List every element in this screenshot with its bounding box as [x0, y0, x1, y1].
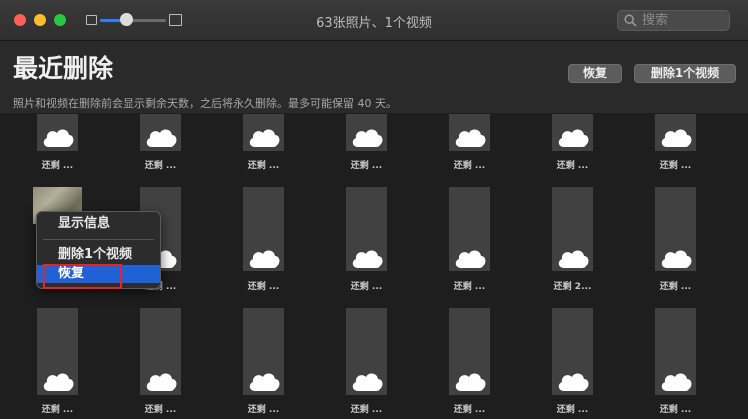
icloud-icon — [144, 126, 178, 152]
days-remaining-label: 还剩 ... — [41, 405, 74, 415]
zoom-in-icon[interactable] — [169, 14, 182, 26]
menu-item-delete-video[interactable]: 删除1个视频 — [37, 246, 160, 264]
recover-button[interactable]: 恢复 — [568, 64, 622, 83]
days-remaining-label: 还剩 ... — [659, 161, 692, 171]
icloud-icon — [659, 370, 693, 396]
icloud-icon — [144, 370, 178, 396]
icloud-icon — [350, 126, 384, 152]
icloud-icon — [247, 247, 281, 273]
days-remaining-label: 还剩 ... — [144, 161, 177, 171]
days-remaining-label: 还剩 ... — [556, 405, 589, 415]
menu-item-show-info[interactable]: 显示信息 — [37, 215, 160, 233]
days-remaining-label: 还剩 ... — [350, 405, 383, 415]
icloud-icon — [453, 247, 487, 273]
search-icon — [624, 14, 637, 27]
icloud-icon — [41, 126, 75, 152]
close-window-button[interactable] — [14, 14, 26, 26]
days-remaining-label: 还剩 ... — [659, 282, 692, 292]
zoom-out-icon[interactable] — [86, 15, 97, 25]
days-remaining-label: 还剩 ... — [247, 161, 280, 171]
icloud-icon — [659, 247, 693, 273]
icloud-icon — [556, 370, 590, 396]
search-field[interactable] — [617, 10, 730, 31]
days-remaining-label: 还剩 ... — [350, 282, 383, 292]
days-remaining-label: 还剩 ... — [453, 161, 486, 171]
days-remaining-label: 还剩 ... — [350, 161, 383, 171]
icloud-icon — [350, 370, 384, 396]
days-remaining-label: 还剩 ... — [247, 405, 280, 415]
icloud-icon — [41, 370, 75, 396]
minimize-window-button[interactable] — [34, 14, 46, 26]
days-remaining-label: 还剩 ... — [556, 161, 589, 171]
icloud-icon — [659, 126, 693, 152]
icloud-icon — [556, 247, 590, 273]
icloud-icon — [453, 126, 487, 152]
days-remaining-label: 还剩 2... — [553, 282, 592, 292]
window-titlebar: 63张照片、1个视频 — [0, 0, 748, 41]
icloud-icon — [247, 370, 281, 396]
zoom-slider-knob[interactable] — [120, 13, 134, 26]
page-subtitle: 照片和视频在删除前会显示剩余天数，之后将永久删除。最多可能保留 40 天。 — [13, 97, 397, 110]
days-remaining-label: 还剩 ... — [247, 282, 280, 292]
icloud-icon — [453, 370, 487, 396]
days-remaining-label: 还剩 ... — [659, 405, 692, 415]
icloud-icon — [247, 126, 281, 152]
menu-separator — [43, 239, 154, 240]
days-remaining-label: 还剩 ... — [144, 405, 177, 415]
icloud-icon — [350, 247, 384, 273]
delete-video-button[interactable]: 删除1个视频 — [634, 64, 736, 83]
page-title: 最近删除 — [13, 54, 114, 83]
days-remaining-label: 还剩 ... — [41, 161, 74, 171]
highlight-box — [43, 264, 122, 289]
days-remaining-label: 还剩 ... — [453, 405, 486, 415]
icloud-icon — [556, 126, 590, 152]
page-header: 最近删除 照片和视频在删除前会显示剩余天数，之后将永久删除。最多可能保留 40 … — [0, 41, 748, 113]
days-remaining-label: 还剩 ... — [453, 282, 486, 292]
fullscreen-window-button[interactable] — [54, 14, 66, 26]
window-title: 63张照片、1个视频 — [316, 16, 432, 31]
search-input[interactable] — [642, 12, 726, 29]
